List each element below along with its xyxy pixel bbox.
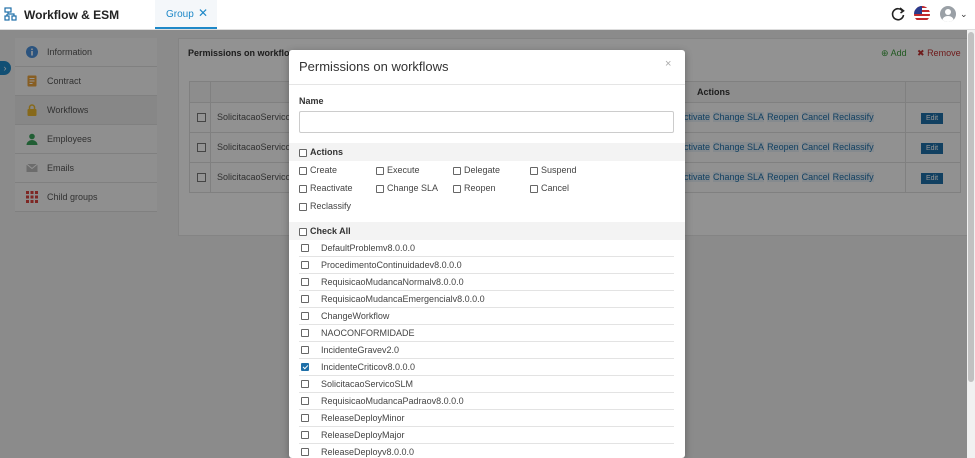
workflow-checkbox[interactable]	[301, 380, 309, 388]
checkbox[interactable]	[299, 166, 307, 175]
workflow-label: IncidenteGravev2.0	[321, 345, 400, 355]
check-all-label: Check All	[310, 226, 351, 236]
action-label: Create	[310, 165, 338, 175]
permissions-modal: Permissions on workflows × Name Actions …	[289, 50, 685, 458]
workflow-list: DefaultProblemv8.0.0.0 ProcedimentoContin…	[299, 240, 674, 458]
check-all-checkbox[interactable]	[299, 227, 307, 236]
workflow-checkbox[interactable]	[301, 329, 309, 337]
workflow-label: ChangeWorkflow	[321, 311, 390, 321]
action-label: Reopen	[464, 183, 496, 193]
list-item[interactable]: RequisicaoMudancaPadraov8.0.0.0	[299, 393, 674, 410]
workflow-label: RequisicaoMudancaEmergencialv8.0.0.0	[321, 294, 485, 304]
action-reactivate[interactable]: Reactivate	[299, 183, 353, 193]
tab-close-icon[interactable]: ✕	[198, 6, 208, 20]
list-item[interactable]: IncidenteGravev2.0	[299, 342, 674, 359]
action-label: Cancel	[541, 183, 570, 193]
name-label: Name	[299, 96, 324, 106]
checkbox[interactable]	[530, 166, 538, 175]
list-item[interactable]: RequisicaoMudancaNormalv8.0.0.0	[299, 274, 674, 291]
checkbox[interactable]	[376, 166, 384, 175]
page-scrollbar[interactable]	[967, 30, 975, 458]
close-icon[interactable]: ×	[665, 58, 671, 70]
tab-label: Group	[166, 9, 194, 20]
action-execute[interactable]: Execute	[376, 165, 420, 175]
action-cancel[interactable]: Cancel	[530, 183, 569, 193]
checkbox[interactable]	[299, 184, 307, 193]
action-reopen[interactable]: Reopen	[453, 183, 496, 193]
list-item[interactable]: ReleaseDeployv8.0.0.0	[299, 444, 674, 458]
action-delegate[interactable]: Delegate	[453, 165, 500, 175]
action-label: Suspend	[541, 165, 577, 175]
action-label: Reactivate	[310, 183, 353, 193]
workflow-label: RequisicaoMudancaPadraov8.0.0.0	[321, 396, 464, 406]
list-item[interactable]: IncidenteCriticov8.0.0.0	[299, 359, 674, 376]
list-item[interactable]: ReleaseDeployMajor	[299, 427, 674, 444]
checkbox[interactable]	[376, 184, 384, 193]
workflow-checkbox[interactable]	[301, 295, 309, 303]
scrollbar-thumb[interactable]	[968, 32, 974, 382]
workflow-label: SolicitacaoServicoSLM	[321, 379, 414, 389]
user-icon	[942, 9, 954, 22]
workflow-label: ReleaseDeployMajor	[321, 430, 405, 440]
sitemap-icon	[4, 7, 17, 21]
actions-section-header: Actions	[289, 143, 685, 161]
action-label: Change SLA	[387, 183, 439, 193]
list-item[interactable]: DefaultProblemv8.0.0.0	[299, 240, 674, 257]
divider	[289, 84, 685, 85]
chevron-down-icon[interactable]: ⌄	[960, 9, 968, 20]
checkbox[interactable]	[453, 166, 461, 175]
check-all-toggle[interactable]: Check All	[299, 226, 351, 236]
workflow-label: ReleaseDeployv8.0.0.0	[321, 447, 415, 457]
action-change-sla[interactable]: Change SLA	[376, 183, 438, 193]
workflow-checkbox[interactable]	[301, 363, 309, 371]
avatar[interactable]	[940, 6, 956, 22]
action-label: Reclassify	[310, 201, 352, 211]
modal-title: Permissions on workflows	[299, 59, 449, 74]
workflow-label: IncidenteCriticov8.0.0.0	[321, 362, 416, 372]
workflow-label: RequisicaoMudancaNormalv8.0.0.0	[321, 277, 464, 287]
app-title: Workflow & ESM	[24, 8, 120, 22]
workflow-checkbox[interactable]	[301, 278, 309, 286]
workflow-checkbox[interactable]	[301, 261, 309, 269]
refresh-icon[interactable]	[890, 6, 906, 22]
workflow-checkbox[interactable]	[301, 397, 309, 405]
action-reclassify[interactable]: Reclassify	[299, 201, 351, 211]
workflow-checkbox[interactable]	[301, 414, 309, 422]
action-label: Execute	[387, 165, 420, 175]
workflow-label: NAOCONFORMIDADE	[321, 328, 415, 338]
list-item[interactable]: ChangeWorkflow	[299, 308, 674, 325]
action-label: Delegate	[464, 165, 501, 175]
actions-label: Actions	[310, 147, 344, 157]
workflow-checkbox[interactable]	[301, 312, 309, 320]
list-item[interactable]: ProcedimentoContinuidadev8.0.0.0	[299, 257, 674, 274]
checkbox[interactable]	[453, 184, 461, 193]
actions-checkbox[interactable]	[299, 148, 307, 157]
workflow-checkbox[interactable]	[301, 431, 309, 439]
us-flag-icon[interactable]	[914, 6, 930, 22]
workflow-checkbox[interactable]	[301, 346, 309, 354]
action-create[interactable]: Create	[299, 165, 337, 175]
workflow-checkbox[interactable]	[301, 244, 309, 252]
top-bar: Workflow & ESM Group ✕ ⌄	[0, 0, 975, 30]
list-item[interactable]: RequisicaoMudancaEmergencialv8.0.0.0	[299, 291, 674, 308]
action-suspend[interactable]: Suspend	[530, 165, 577, 175]
actions-toggle[interactable]: Actions	[299, 147, 343, 157]
checkbox[interactable]	[530, 184, 538, 193]
workflow-label: DefaultProblemv8.0.0.0	[321, 243, 416, 253]
tab-group[interactable]: Group ✕	[155, 0, 217, 29]
workflow-checkbox[interactable]	[301, 448, 309, 456]
check-all-header: Check All	[289, 222, 685, 240]
name-input[interactable]	[299, 111, 674, 133]
workflow-label: ProcedimentoContinuidadev8.0.0.0	[321, 260, 462, 270]
workflow-label: ReleaseDeployMinor	[321, 413, 405, 423]
checkbox[interactable]	[299, 202, 307, 211]
list-item[interactable]: NAOCONFORMIDADE	[299, 325, 674, 342]
list-item[interactable]: SolicitacaoServicoSLM	[299, 376, 674, 393]
list-item[interactable]: ReleaseDeployMinor	[299, 410, 674, 427]
